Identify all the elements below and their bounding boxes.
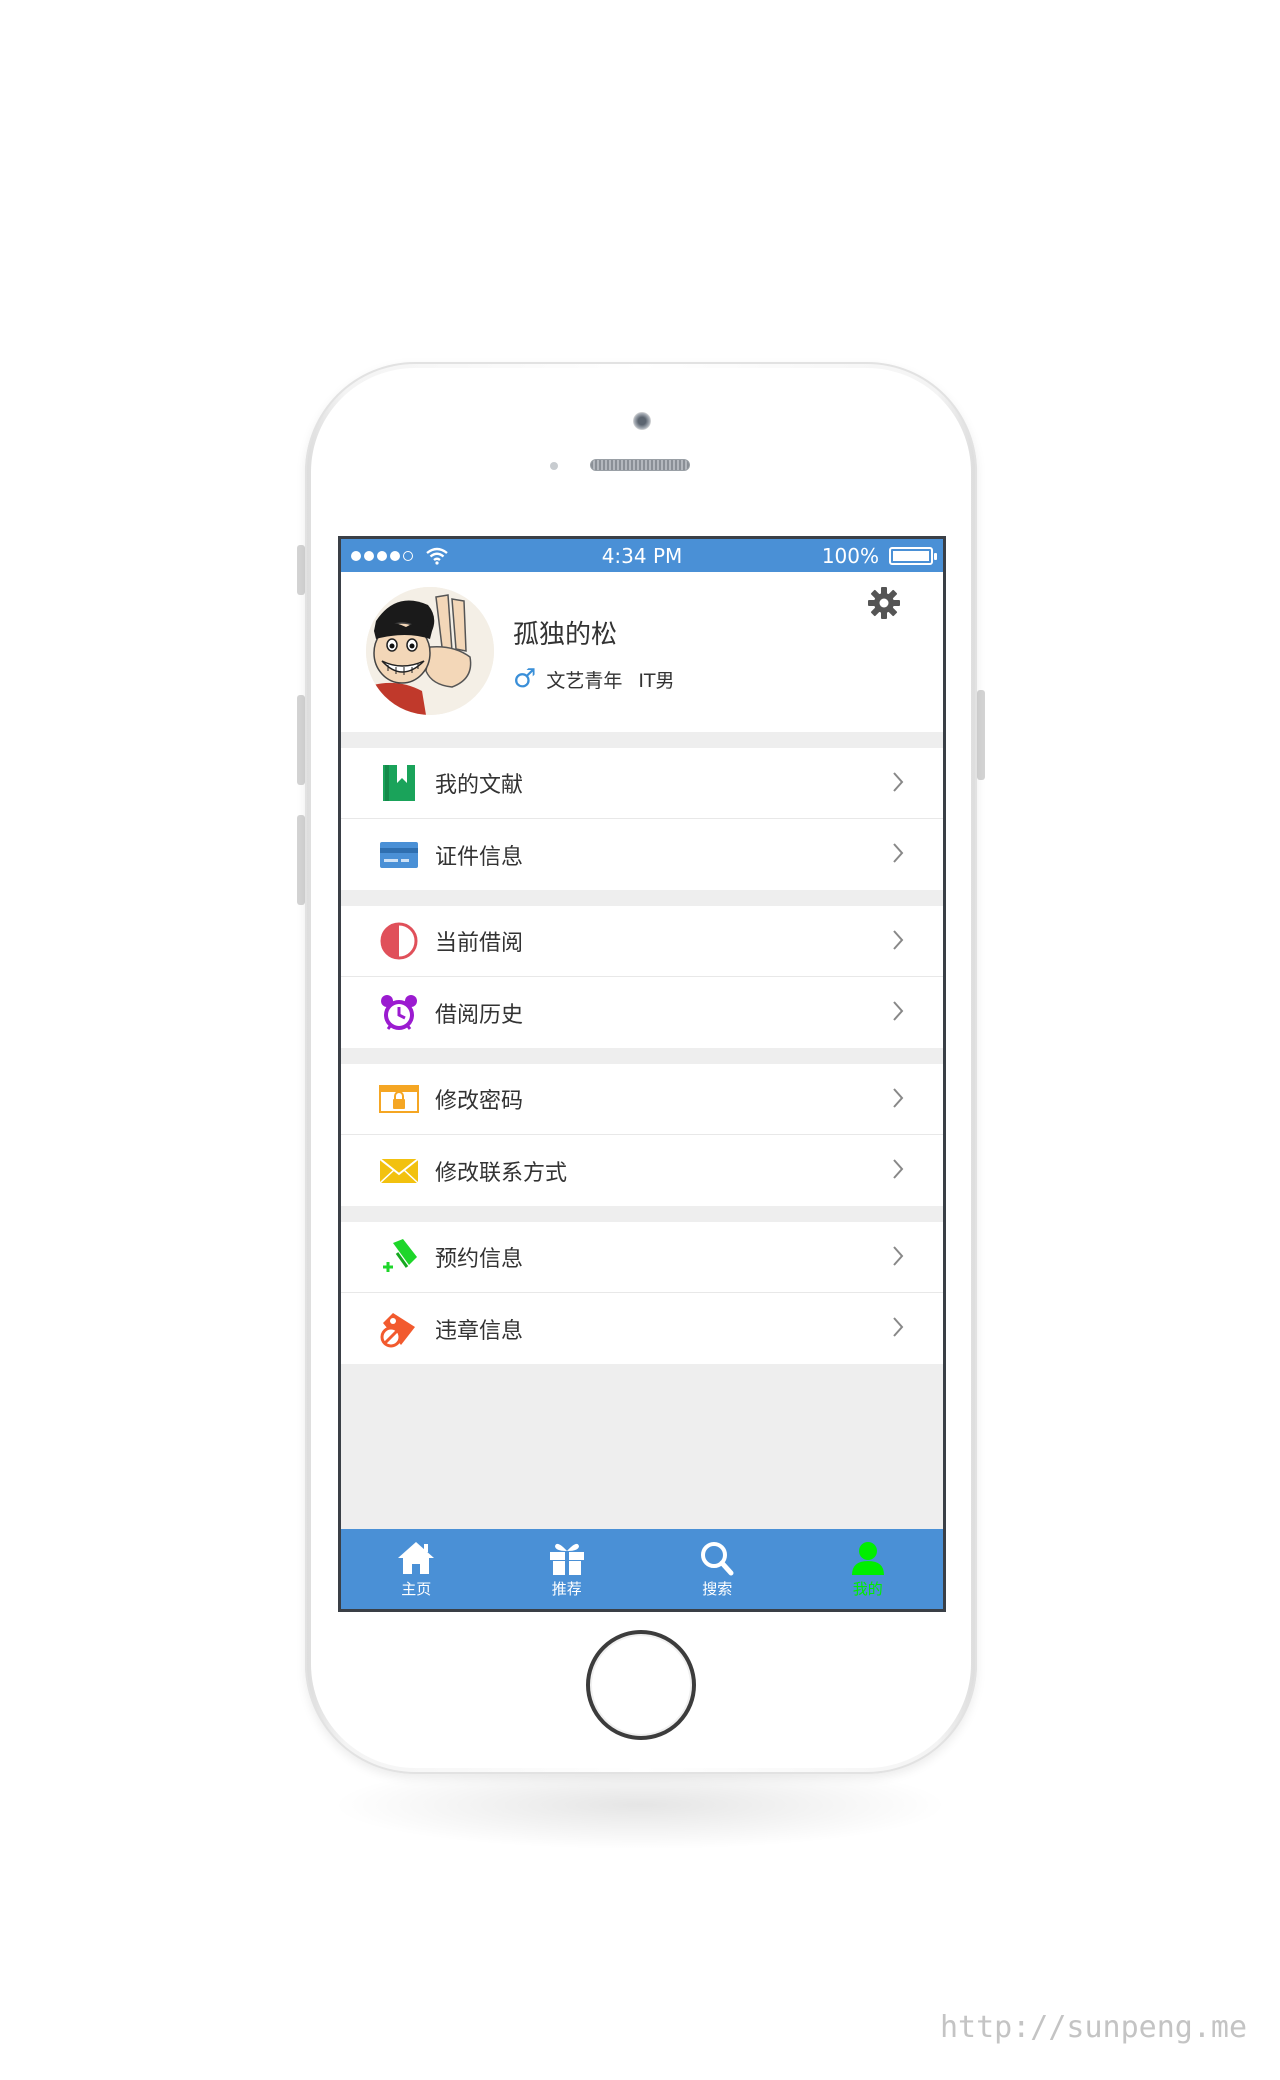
tab-label: 推荐 [551, 1579, 582, 1598]
chevron-right-icon [893, 1088, 904, 1108]
bookmark-book-icon [383, 765, 415, 801]
id-card-icon [380, 841, 418, 868]
power-button [977, 690, 985, 780]
menu-group: 预约信息 违章信息 [341, 1222, 943, 1364]
tab-label: 主页 [401, 1579, 432, 1598]
chevron-right-icon [893, 1159, 904, 1179]
alarm-clock-icon [381, 994, 417, 1030]
tab-mine[interactable]: 我的 [793, 1529, 944, 1609]
profile-header: 孤独的松 ♂ 文艺青年 IT男 [341, 572, 943, 732]
profile-tag: IT男 [638, 669, 675, 692]
menu-item-change-password[interactable]: 修改密码 [341, 1064, 943, 1135]
menu-item-label: 预约信息 [435, 1247, 524, 1272]
menu-group: 当前借阅 借阅历史 [341, 906, 943, 1048]
avatar[interactable] [366, 587, 494, 715]
menu-item-id-info[interactable]: 证件信息 [341, 819, 943, 890]
profile-name: 孤独的松 [513, 620, 618, 650]
profile-tag: 文艺青年 [546, 669, 623, 692]
male-icon: ♂ [513, 664, 537, 694]
battery-icon [889, 546, 937, 565]
envelope-icon [379, 1157, 419, 1184]
lock-folder-icon [379, 1085, 419, 1113]
menu-item-label: 修改密码 [435, 1089, 524, 1114]
volume-up-button [297, 695, 305, 785]
half-circle-icon [380, 922, 418, 960]
menu-item-current-borrow[interactable]: 当前借阅 [341, 906, 943, 977]
chevron-right-icon [893, 1001, 904, 1021]
tab-recommend[interactable]: 推荐 [492, 1529, 643, 1609]
earpiece-speaker [590, 459, 690, 471]
menu-item-my-literature[interactable]: 我的文献 [341, 748, 943, 819]
gift-icon [549, 1543, 584, 1575]
status-time: 4:34 PM [601, 543, 683, 568]
tab-bar: 主页 推荐 搜索 我的 [341, 1529, 943, 1609]
home-button[interactable] [586, 1630, 696, 1740]
menu-item-reservation[interactable]: 预约信息 [341, 1222, 943, 1293]
pin-plus-icon [383, 1239, 417, 1272]
avatar-image [366, 587, 494, 715]
menu-item-label: 修改联系方式 [435, 1160, 568, 1186]
tab-home[interactable]: 主页 [341, 1529, 492, 1609]
menu-item-borrow-history[interactable]: 借阅历史 [341, 977, 943, 1048]
volume-down-button [297, 815, 305, 905]
tab-search[interactable]: 搜索 [642, 1529, 793, 1609]
mute-switch [297, 545, 305, 595]
watermark: http://sunpeng.me [940, 2010, 1248, 2045]
phone-screen: 4:34 PM 100% 孤独的松 ♂ 文艺青年 IT男 我的文献 证件信息 当… [338, 536, 946, 1612]
user-icon [851, 1541, 884, 1575]
menu-item-label: 当前借阅 [435, 931, 524, 956]
chevron-right-icon [893, 843, 904, 863]
home-icon [398, 1541, 435, 1574]
profile-tags: ♂ 文艺青年 IT男 [513, 664, 675, 694]
menu-item-label: 证件信息 [435, 844, 524, 870]
tag-forbidden-icon [380, 1312, 415, 1347]
menu-group: 我的文献 证件信息 [341, 748, 943, 890]
chevron-right-icon [893, 1246, 904, 1266]
menu-item-change-contact[interactable]: 修改联系方式 [341, 1135, 943, 1206]
tab-label: 搜索 [702, 1579, 733, 1598]
chevron-right-icon [893, 772, 904, 792]
menu-item-label: 违章信息 [435, 1318, 524, 1344]
status-bar: 4:34 PM 100% [341, 539, 943, 572]
search-icon [701, 1541, 734, 1575]
chevron-right-icon [893, 1317, 904, 1337]
tab-label: 我的 [852, 1579, 883, 1598]
chevron-right-icon [893, 930, 904, 950]
menu-item-label: 借阅历史 [435, 1002, 524, 1028]
menu-item-violation[interactable]: 违章信息 [341, 1293, 943, 1364]
menu-group: 修改密码 修改联系方式 [341, 1064, 943, 1206]
front-camera [633, 412, 651, 430]
menu-item-label: 我的文献 [435, 773, 524, 798]
gear-icon[interactable] [867, 586, 901, 620]
proximity-sensor [550, 462, 558, 470]
